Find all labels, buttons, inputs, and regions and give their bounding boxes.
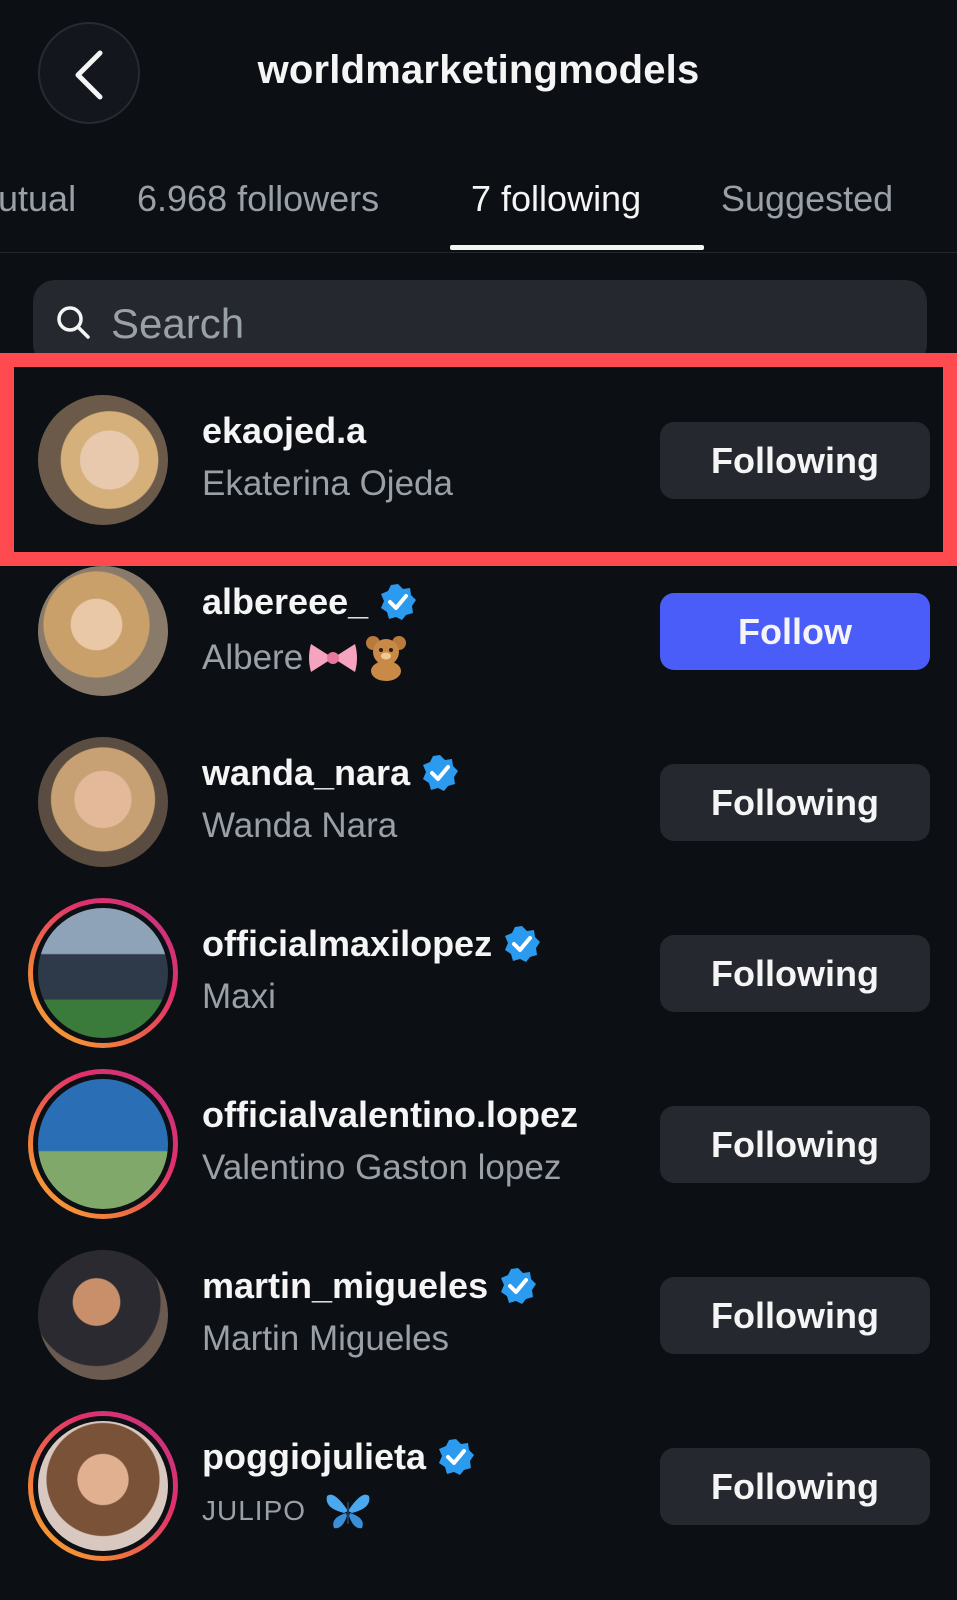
username[interactable]: martin_migueles: [202, 1265, 538, 1307]
following-button[interactable]: Following: [660, 1106, 930, 1183]
following-button[interactable]: Following: [660, 1448, 930, 1525]
list-item[interactable]: officialmaxilopez Maxi Following: [0, 893, 957, 1053]
tab-following[interactable]: 7 following: [471, 178, 641, 220]
verified-badge-icon: [438, 1439, 474, 1475]
butterfly-icon: [326, 1494, 370, 1529]
verified-badge-icon: [423, 755, 459, 791]
following-button[interactable]: Following: [660, 764, 930, 841]
list-item[interactable]: officialvalentino.lopez Valentino Gaston…: [0, 1064, 957, 1224]
username[interactable]: poggiojulieta: [202, 1436, 476, 1478]
full-name: Ekaterina Ojeda: [202, 464, 453, 503]
follow-button[interactable]: Follow: [660, 593, 930, 670]
search-input[interactable]: [109, 290, 893, 358]
username[interactable]: ekaojed.a: [202, 410, 366, 452]
tab-followers[interactable]: 6.968 followers: [137, 178, 379, 220]
tab-bar: utual 6.968 followers 7 following Sugges…: [0, 160, 957, 253]
list-item[interactable]: martin_migueles Martin Migueles Followin…: [0, 1235, 957, 1395]
avatar[interactable]: [28, 727, 178, 877]
list-item[interactable]: albereee_ Albere Follow: [0, 551, 957, 711]
avatar[interactable]: [28, 556, 178, 706]
active-tab-indicator: [450, 245, 704, 250]
search-bar[interactable]: [33, 280, 927, 366]
verified-badge-icon: [381, 584, 417, 620]
avatar[interactable]: [28, 385, 178, 535]
verified-badge-icon: [505, 926, 541, 962]
avatar[interactable]: [28, 1240, 178, 1390]
full-name: Albere: [202, 635, 409, 681]
full-name: Valentino Gaston lopez: [202, 1148, 562, 1187]
following-button[interactable]: Following: [660, 422, 930, 499]
username[interactable]: officialvalentino.lopez: [202, 1094, 578, 1136]
teddy-bear-icon: [366, 636, 407, 681]
ribbon-bow-icon: [309, 644, 358, 672]
list-item[interactable]: poggiojulieta JULIPO Following: [0, 1406, 957, 1566]
username[interactable]: albereee_: [202, 581, 418, 623]
avatar-story-ring[interactable]: [28, 1411, 178, 1561]
following-button[interactable]: Following: [660, 935, 930, 1012]
avatar-story-ring[interactable]: [28, 1069, 178, 1219]
full-name: Maxi: [202, 977, 276, 1016]
avatar-story-ring[interactable]: [28, 898, 178, 1048]
list-item[interactable]: ekaojed.a Ekaterina Ojeda Following: [0, 380, 957, 540]
list-item[interactable]: wanda_nara Wanda Nara Following: [0, 722, 957, 882]
tab-mutual[interactable]: utual: [0, 178, 76, 220]
following-button[interactable]: Following: [660, 1277, 930, 1354]
page-title: worldmarketingmodels: [257, 48, 700, 92]
full-name: JULIPO: [202, 1490, 372, 1532]
search-icon: [57, 306, 90, 339]
header: worldmarketingmodels: [0, 0, 957, 150]
verified-badge-icon: [501, 1268, 537, 1304]
full-name: Martin Migueles: [202, 1319, 450, 1358]
username[interactable]: officialmaxilopez: [202, 923, 542, 965]
full-name: Wanda Nara: [202, 806, 398, 845]
username[interactable]: wanda_nara: [202, 752, 460, 794]
tab-suggested[interactable]: Suggested: [721, 178, 893, 220]
